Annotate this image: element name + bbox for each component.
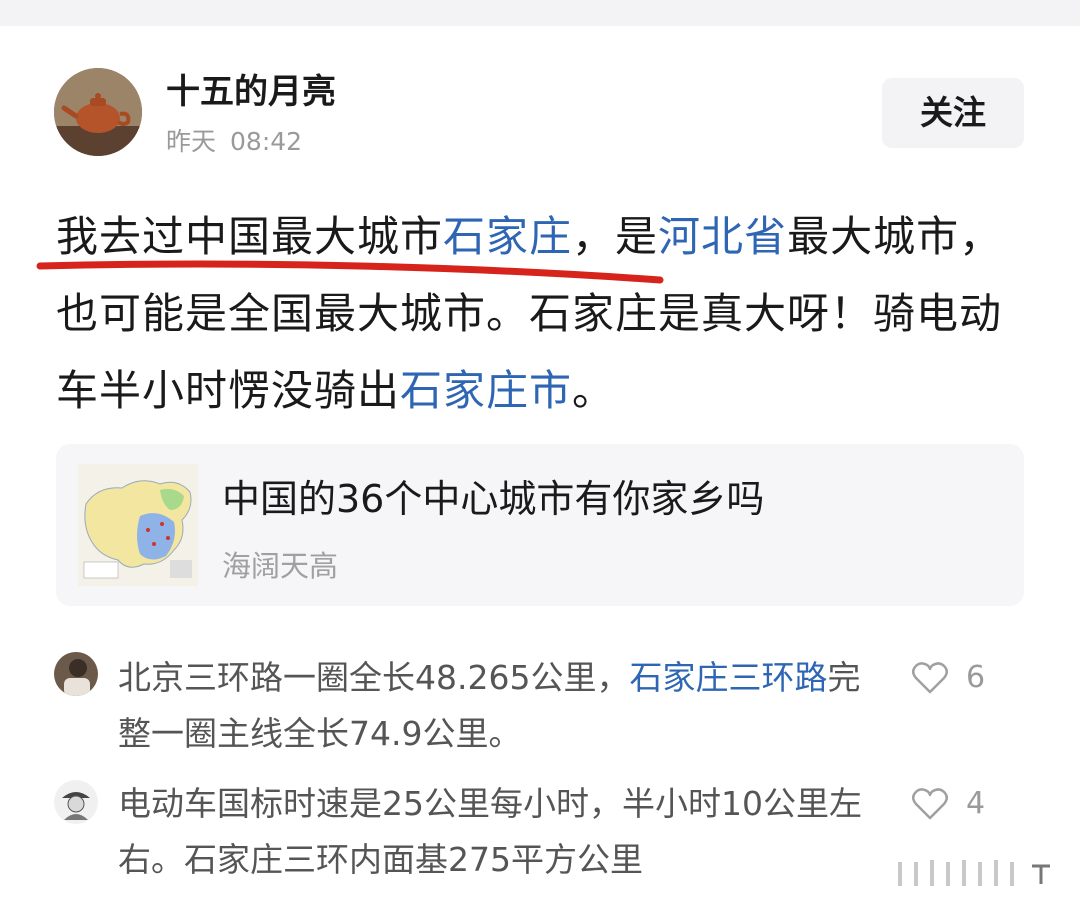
post-body: 我去过中国最大城市石家庄，是河北省最大城市，也可能是全国最大城市。石家庄是真大呀… — [56, 198, 1036, 429]
commenter-avatar[interactable] — [54, 652, 98, 696]
comment-text: 北京三环路一圈全长48.265公里，石家庄三环路完整一圈主线全长74.9公里。 — [118, 650, 878, 762]
post-timestamp: 昨天 08:42 — [166, 126, 302, 158]
author-name[interactable]: 十五的月亮 — [166, 70, 336, 114]
post-text-part: 我去过中国最大城市 — [56, 212, 444, 261]
author-avatar[interactable] — [54, 68, 142, 156]
post-time: 08:42 — [230, 127, 303, 156]
article-title: 中国的36个中心城市有你家乡吗 — [222, 477, 765, 521]
heart-outline-icon — [912, 788, 948, 820]
article-source: 海阔天高 — [222, 549, 339, 583]
topic-link-shijiazhuang-city[interactable]: 石家庄市 — [400, 366, 572, 415]
heart-outline-icon — [912, 662, 948, 694]
topic-link-third-ring[interactable]: 石家庄三环路 — [629, 658, 827, 697]
comment-text: 电动车国标时速是25公里每小时，半小时10公里左右。石家庄三环内面基275平方公… — [118, 784, 862, 879]
commenter-avatar[interactable] — [54, 780, 98, 824]
like-count: 6 — [966, 660, 986, 695]
post-date: 昨天 — [166, 127, 217, 156]
follow-button[interactable]: 关注 — [882, 78, 1024, 148]
post-text-part: 。 — [572, 366, 616, 415]
comment-text-part: 北京三环路一圈全长48.265公里， — [118, 658, 630, 697]
china-map-thumbnail — [78, 464, 198, 586]
topic-link-hebei[interactable]: 河北省 — [658, 212, 787, 261]
topic-link-shijiazhuang[interactable]: 石家庄 — [443, 212, 572, 261]
like-count: 4 — [966, 786, 986, 821]
post-text-part: ，是 — [572, 212, 659, 261]
top-bar — [0, 0, 1080, 26]
watermark-logo — [898, 860, 1050, 886]
linked-article-card[interactable]: 中国的36个中心城市有你家乡吗 海阔天高 — [56, 444, 1024, 606]
